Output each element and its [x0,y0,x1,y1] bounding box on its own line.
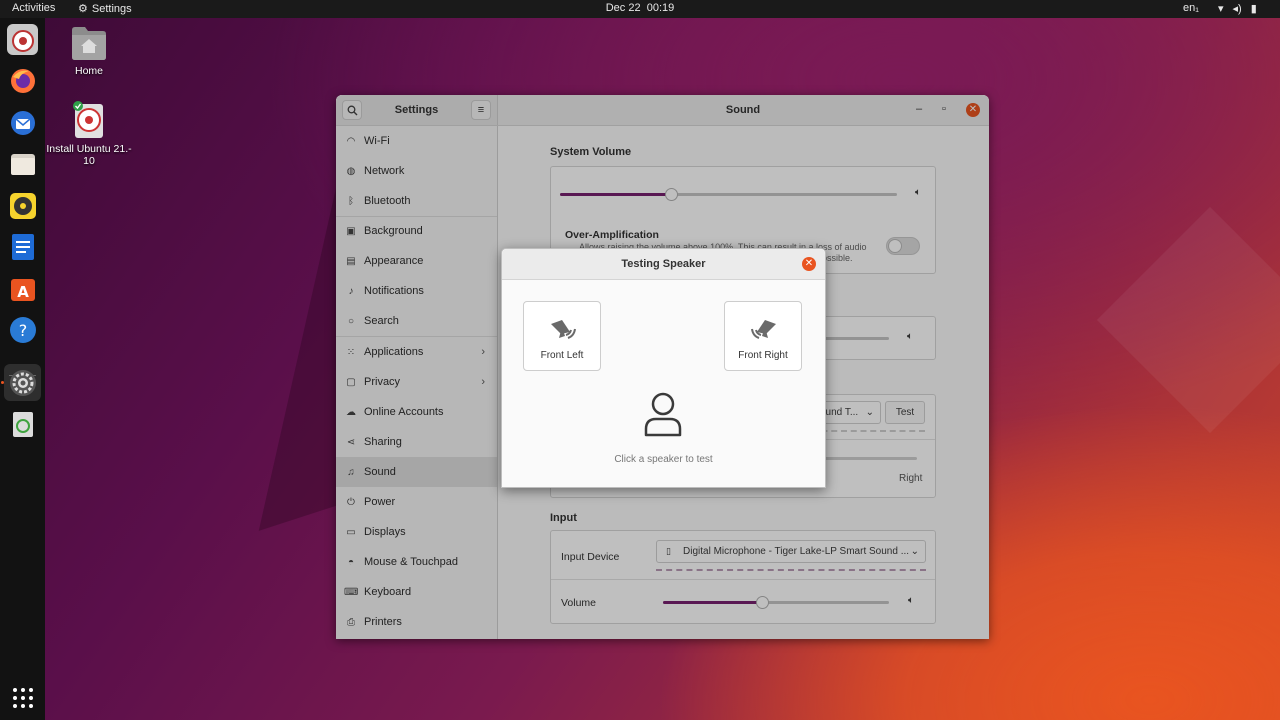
svg-text:?: ? [18,321,27,340]
clock-date: Dec 22 [605,2,641,14]
files-dock-icon[interactable] [7,148,38,179]
wallpaper-shape [1096,206,1280,434]
front-left-label: Front Left [540,350,584,361]
dock: A ? [0,18,45,720]
software-dock-icon[interactable]: A [7,273,38,304]
clock-time: 00:19 [646,2,675,14]
speaker-right-icon [751,320,776,339]
running-indicator [1,381,4,384]
volume-icon: ◂) [1232,3,1242,15]
help-icon: ? [9,316,36,343]
wifi-icon: ▾ [1218,3,1224,15]
settings-dock-icon[interactable] [4,364,41,401]
front-right-speaker-button[interactable]: Front Right [724,301,802,371]
installer-dock-icon[interactable] [7,24,38,55]
dialog-header: Testing Speaker ✕ [502,249,825,280]
testing-speaker-dialog: Testing Speaker ✕ Front Left Front Right… [501,248,826,488]
desktop-install-label: Install Ubuntu 21.- [46,143,132,155]
trash-icon [12,411,33,437]
thunderbird-icon [10,110,35,135]
thunderbird-dock-icon[interactable] [7,107,38,138]
front-right-label: Front Right [738,350,788,361]
files-icon [10,153,35,175]
top-bar: Activities ⚙ Settings Dec 22 00:19 en₁ ▾… [0,0,1280,18]
rhythmbox-dock-icon[interactable] [7,190,38,221]
show-apps-button[interactable] [7,682,38,713]
firefox-icon [10,68,35,93]
app-grid-icon [12,687,33,708]
close-dialog-button[interactable]: ✕ [802,257,816,271]
battery-icon: ▮ [1250,3,1257,15]
desktop-install-label-2: 10 [83,155,95,167]
speaker-left-icon [551,320,576,339]
svg-text:A: A [17,283,29,301]
dialog-title: Testing Speaker [621,258,706,270]
input-language[interactable]: en₁ [1183,2,1199,14]
installer-icon [11,29,34,52]
desktop-home-label: Home [74,65,103,77]
installer-icon [73,101,103,138]
firefox-dock-icon[interactable] [7,65,38,96]
front-left-speaker-button[interactable]: Front Left [523,301,601,371]
app-store-icon: A [10,278,35,301]
clock[interactable]: Dec 22 00:19 [0,2,1280,14]
gear-icon [9,369,36,396]
dialog-hint: Click a speaker to test [614,454,713,465]
home-folder-icon [72,27,106,60]
trash-dock-icon[interactable] [7,408,38,439]
desktop-home[interactable]: Home [62,24,116,77]
help-dock-icon[interactable]: ? [7,314,38,345]
writer-icon [11,233,34,260]
rhythmbox-icon [9,192,36,219]
system-tray[interactable]: ▾ ◂) ▮ [1218,2,1257,15]
desktop-install-ubuntu[interactable]: Install Ubuntu 21.- 10 [46,100,132,167]
writer-dock-icon[interactable] [7,231,38,262]
person-icon [644,392,682,437]
